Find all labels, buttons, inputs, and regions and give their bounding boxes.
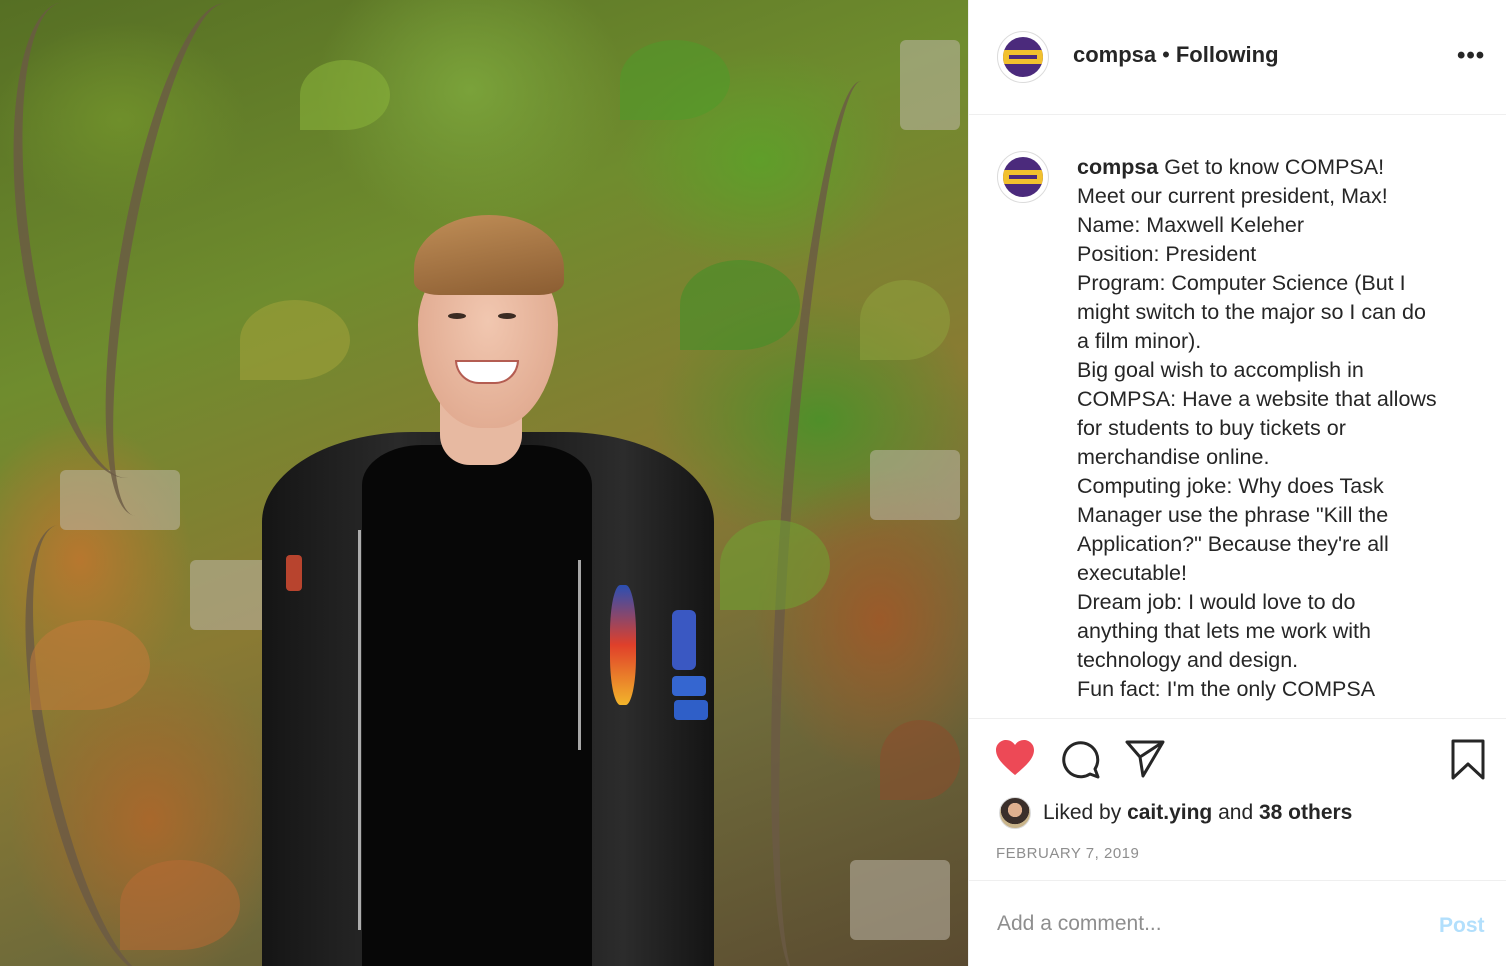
comment-input[interactable]	[995, 911, 1419, 937]
hair	[414, 215, 564, 295]
caption-line: Name: Maxwell Keleher	[1077, 213, 1305, 237]
profile-avatar[interactable]	[997, 31, 1049, 83]
jacket-patch	[672, 676, 706, 696]
black-shirt	[362, 445, 592, 966]
caption-line: Application?" Because they're all	[1077, 532, 1389, 556]
jacket-patch	[610, 585, 636, 705]
jacket-zipper	[578, 560, 581, 750]
jacket-zipper	[358, 530, 361, 930]
post-date[interactable]: FEBRUARY 7, 2019	[996, 845, 1139, 862]
heart-icon[interactable]	[995, 739, 1035, 777]
comment-bar: Post	[969, 880, 1506, 967]
liker-avatar[interactable]	[999, 797, 1031, 829]
caption-line: COMPSA: Have a website that allows	[1077, 387, 1437, 411]
caption-username-link[interactable]: compsa	[1077, 155, 1158, 179]
liked-by-row: Liked by cait.ying and 38 others	[999, 797, 1352, 829]
jacket-patch	[672, 610, 696, 670]
jacket-patch	[286, 555, 302, 591]
eye	[498, 313, 516, 319]
jacket-patch	[674, 700, 708, 720]
liker-username-link[interactable]: cait.ying	[1127, 801, 1212, 825]
comment-icon[interactable]	[1060, 739, 1100, 779]
separator-dot: •	[1162, 42, 1170, 67]
bookmark-icon[interactable]	[1450, 739, 1486, 781]
compsa-logo	[1003, 37, 1043, 77]
caption-line: might switch to the major so I can do	[1077, 300, 1426, 324]
username-link[interactable]: compsa	[1073, 42, 1156, 67]
caption-line: Fun fact: I'm the only COMPSA	[1077, 677, 1376, 701]
post-photo[interactable]	[0, 0, 968, 966]
caption-line: Position: President	[1077, 242, 1257, 266]
caption-first-line: Get to know COMPSA!	[1158, 155, 1385, 179]
post-sidebar: compsa • Following ••• compsa Get to know …	[968, 0, 1506, 966]
post-comment-button[interactable]: Post	[1439, 914, 1485, 938]
caption-line: merchandise online.	[1077, 445, 1270, 469]
caption-scroll-area[interactable]: compsa Get to know COMPSA! Meet our curr…	[969, 115, 1506, 717]
action-bar: Liked by cait.ying and 38 others FEBRUAR…	[969, 718, 1506, 879]
person	[0, 0, 968, 966]
caption-line: a film minor).	[1077, 329, 1202, 353]
header-text: compsa • Following	[1073, 42, 1279, 68]
caption-line: Meet our current president, Max!	[1077, 184, 1388, 208]
post-header: compsa • Following •••	[969, 0, 1506, 115]
share-icon[interactable]	[1125, 739, 1165, 779]
caption-line: anything that lets me work with	[1077, 619, 1371, 643]
caption-line: Big goal wish to accomplish in	[1077, 358, 1364, 382]
liked-by-middle: and	[1212, 801, 1259, 824]
caption-line: for students to buy tickets or	[1077, 416, 1346, 440]
caption-line: Computing joke: Why does Task	[1077, 474, 1384, 498]
follow-status-button[interactable]: Following	[1176, 42, 1279, 67]
caption-line: Manager use the phrase "Kill the	[1077, 503, 1389, 527]
more-options-icon[interactable]: •••	[1457, 42, 1485, 70]
caption-line: Dream job: I would love to do	[1077, 590, 1356, 614]
liked-by-prefix: Liked by	[1043, 801, 1128, 824]
caption-avatar[interactable]	[997, 151, 1049, 203]
compsa-logo	[1003, 157, 1043, 197]
eye	[448, 313, 466, 319]
likes-count-link[interactable]: 38 others	[1259, 801, 1352, 825]
caption-text: compsa Get to know COMPSA! Meet our curr…	[1077, 153, 1469, 704]
caption-line: executable!	[1077, 561, 1187, 585]
caption-line: Program: Computer Science (But I	[1077, 271, 1406, 295]
caption-line: technology and design.	[1077, 648, 1299, 672]
